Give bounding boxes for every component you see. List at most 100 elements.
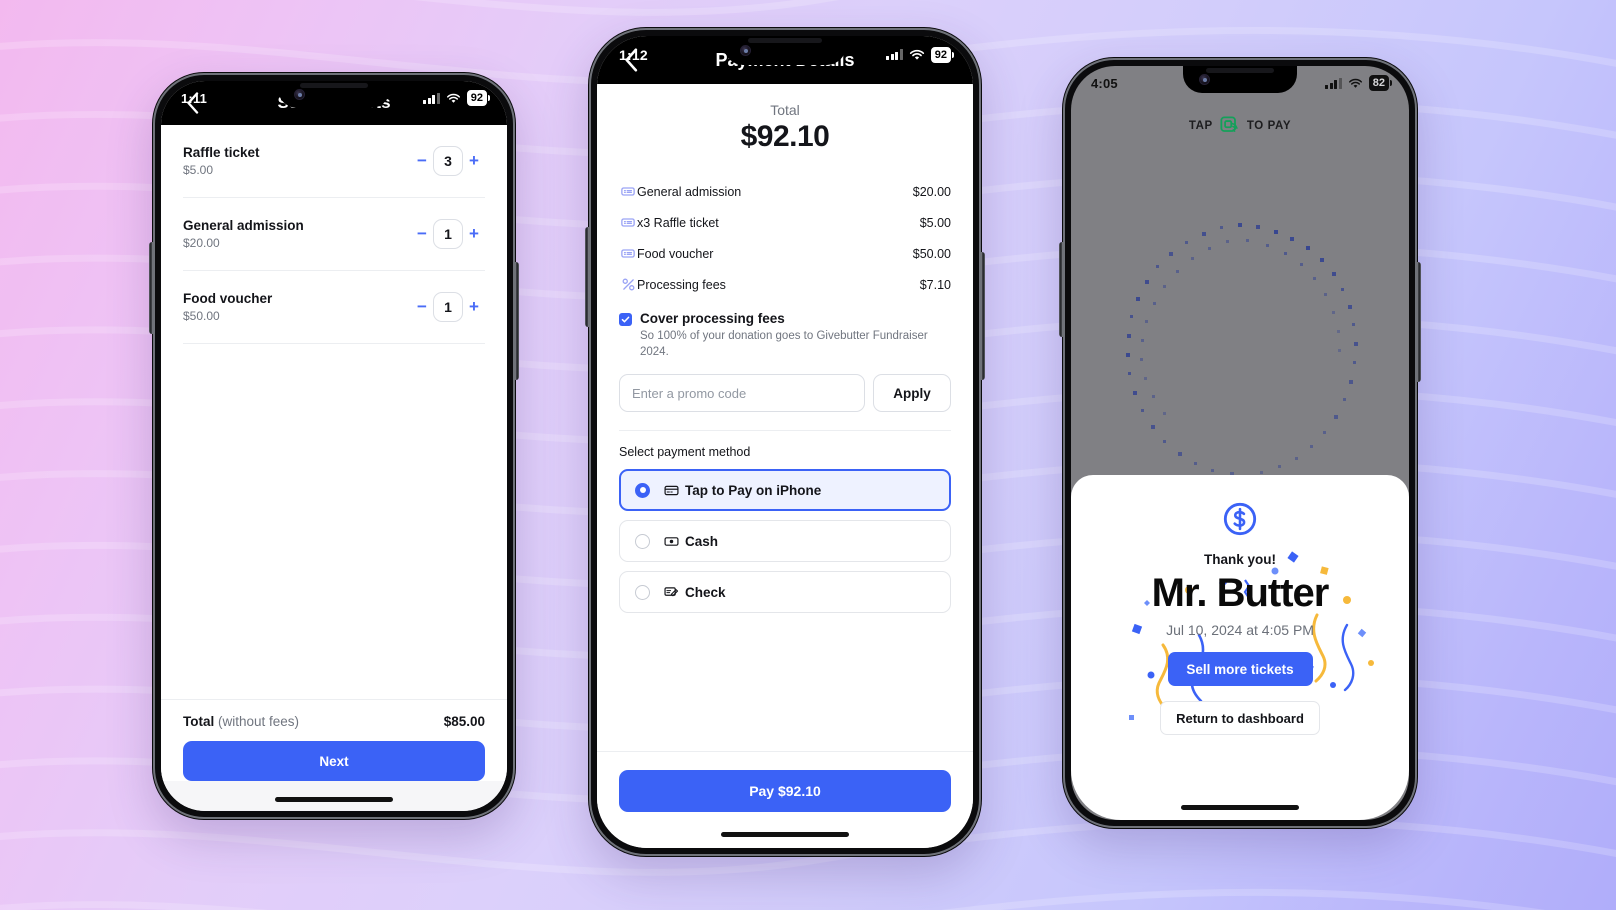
line-item-name: x3 Raffle ticket xyxy=(637,215,719,230)
phone1-power-button xyxy=(515,262,519,380)
phone1-app-screen: 1:11 92 Raffle ticket $5.00 − 3 + Genera… xyxy=(161,81,507,811)
list-item: General admission $20.00 xyxy=(619,176,951,207)
cellular-bars-icon xyxy=(886,49,903,60)
table-row: General admission $20.00 − 1 + xyxy=(183,198,485,271)
increment-button[interactable]: + xyxy=(463,224,485,244)
order-total: Total (without fees) $85.00 xyxy=(183,714,485,729)
payment-method-label-text: Check xyxy=(685,584,726,600)
transaction-timestamp: Jul 10, 2024 at 4:05 PM xyxy=(1166,622,1314,638)
ticket-list: Raffle ticket $5.00 − 3 + General admiss… xyxy=(161,125,507,699)
total-label: Total xyxy=(183,714,215,729)
line-items-list: General admission $20.00 x3 Raffle ticke… xyxy=(619,176,951,300)
battery-indicator: 82 xyxy=(1368,75,1392,91)
phone3-earpiece-speaker xyxy=(1206,68,1274,73)
tap-to-pay-header: TAP TO PAY xyxy=(1189,116,1291,136)
payment-method-label-text: Tap to Pay on iPhone xyxy=(685,482,822,498)
home-indicator[interactable] xyxy=(1181,805,1299,810)
banknote-icon xyxy=(664,536,679,547)
line-item-amount: $7.10 xyxy=(919,277,951,292)
phone2-earpiece-speaker xyxy=(748,38,822,43)
phone3-app-screen: 4:05 82 TAP TO PAY Thank you! Mr. Butter… xyxy=(1071,66,1409,820)
list-item: x3 Raffle ticket $5.00 xyxy=(619,207,951,238)
ticket-price: $20.00 xyxy=(183,236,220,250)
line-item-name: Food voucher xyxy=(637,246,714,261)
contactless-nfc-icon xyxy=(1220,116,1240,136)
front-camera-icon xyxy=(740,45,751,56)
checkmark-icon[interactable] xyxy=(619,313,632,326)
ticket-icon xyxy=(619,248,637,259)
dollar-circle-icon xyxy=(1071,501,1409,542)
line-item-amount: $20.00 xyxy=(912,184,951,199)
payment-method-cash[interactable]: Cash xyxy=(619,520,951,563)
home-indicator[interactable] xyxy=(275,797,393,802)
phone-payment-details: 1:12 92 Total $92.10 General admission $… xyxy=(585,27,985,857)
ticket-icon xyxy=(619,186,637,197)
increment-button[interactable]: + xyxy=(463,151,485,171)
section-divider xyxy=(619,430,951,432)
tap-prefix-label: TAP xyxy=(1188,120,1213,132)
home-indicator[interactable] xyxy=(721,832,849,837)
total-sublabel: (without fees) xyxy=(214,714,300,729)
promo-code-input[interactable] xyxy=(619,374,865,413)
increment-button[interactable]: + xyxy=(463,297,485,317)
thank-you-card: Thank you! Mr. Butter Jul 10, 2024 at 4:… xyxy=(1071,475,1409,820)
quantity-stepper: − 1 + xyxy=(411,219,485,249)
return-to-dashboard-button[interactable]: Return to dashboard xyxy=(1160,701,1320,735)
line-item-name: Processing fees xyxy=(637,277,726,292)
front-camera-icon xyxy=(294,89,305,100)
phone3-power-button xyxy=(1417,262,1421,382)
phone1-earpiece-speaker xyxy=(300,83,368,88)
cellular-bars-icon xyxy=(1325,77,1342,89)
ticket-price: $50.00 xyxy=(183,309,220,323)
promo-code-row: Apply xyxy=(619,374,951,413)
line-item-amount: $50.00 xyxy=(912,246,951,261)
quantity-value[interactable]: 1 xyxy=(433,292,463,322)
phone2-volume-buttons xyxy=(585,227,589,327)
pay-button[interactable]: Pay $92.10 xyxy=(619,770,951,812)
phone1-footer: Total (without fees) $85.00 Next xyxy=(161,699,507,781)
sell-more-tickets-button[interactable]: Sell more tickets xyxy=(1167,652,1313,686)
tap-suffix-label: TO PAY xyxy=(1246,120,1292,132)
ticket-name: Raffle ticket xyxy=(183,145,260,160)
apply-promo-button[interactable]: Apply xyxy=(873,374,951,413)
phone1-volume-buttons xyxy=(149,242,153,334)
battery-indicator: 92 xyxy=(466,90,490,106)
decrement-button[interactable]: − xyxy=(411,297,433,317)
phone3-volume-buttons xyxy=(1059,242,1063,337)
wifi-icon xyxy=(446,93,460,103)
quantity-value[interactable]: 3 xyxy=(433,146,463,176)
phone-tap-to-pay: 4:05 82 TAP TO PAY Thank you! Mr. Butter… xyxy=(1059,57,1421,829)
cellular-bars-icon xyxy=(423,92,440,104)
phone1-home-area xyxy=(161,781,507,811)
cover-fees-description: So 100% of your donation goes to Givebut… xyxy=(640,330,928,358)
decrement-button[interactable]: − xyxy=(411,151,433,171)
quantity-value[interactable]: 1 xyxy=(433,219,463,249)
radio-unselected-icon[interactable] xyxy=(635,584,650,600)
decrement-button[interactable]: − xyxy=(411,224,433,244)
wifi-icon xyxy=(1348,78,1362,88)
check-write-icon xyxy=(664,586,679,598)
ticket-name: General admission xyxy=(183,218,304,233)
dotted-ring-icon xyxy=(1090,201,1390,501)
radio-selected-icon[interactable] xyxy=(635,482,650,498)
total-label: Total xyxy=(770,102,800,118)
radio-unselected-icon[interactable] xyxy=(635,533,650,549)
credit-card-icon xyxy=(664,485,679,496)
wifi-icon xyxy=(909,49,924,60)
table-row: Food voucher $50.00 − 1 + xyxy=(183,271,485,344)
quantity-stepper: − 1 + xyxy=(411,292,485,322)
line-item-name: General admission xyxy=(637,184,742,199)
payment-method-tap-to-pay[interactable]: Tap to Pay on iPhone xyxy=(619,469,951,512)
payment-method-check[interactable]: Check xyxy=(619,571,951,614)
status-time: 1:12 xyxy=(619,46,648,63)
list-item: Processing fees $7.10 xyxy=(619,269,951,300)
payment-method-label-text: Cash xyxy=(685,533,719,549)
ticket-icon xyxy=(619,217,637,228)
ticket-price: $5.00 xyxy=(183,163,214,177)
cover-processing-fees[interactable]: Cover processing fees So 100% of your do… xyxy=(619,311,951,360)
screenshot-canvas: 1:11 92 Raffle ticket $5.00 − 3 + Genera… xyxy=(0,0,1616,910)
total-amount: $85.00 xyxy=(443,714,485,729)
next-button[interactable]: Next xyxy=(183,741,485,781)
phone2-footer: Pay $92.10 xyxy=(597,751,973,812)
status-time: 4:05 xyxy=(1091,75,1118,91)
